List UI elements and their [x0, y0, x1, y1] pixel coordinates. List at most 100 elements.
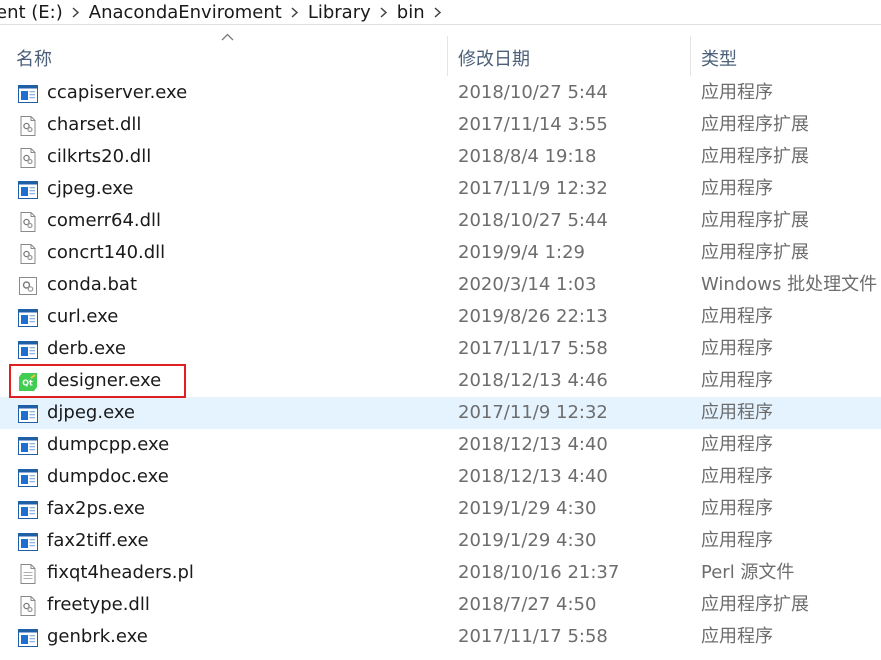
file-name: cilkrts20.dll — [47, 146, 152, 167]
file-type: 应用程序 — [701, 434, 773, 455]
file-name: fixqt4headers.pl — [47, 562, 194, 583]
file-modified-date: 2019/1/29 4:30 — [458, 530, 597, 551]
chevron-right-icon[interactable] — [69, 6, 83, 18]
exe-icon — [18, 468, 38, 488]
file-list: ccapiserver.exe 2018/10/27 5:44 应用程序 charse… — [0, 77, 881, 653]
file-name: concrt140.dll — [47, 242, 166, 263]
file-modified-date: 2018/10/27 5:44 — [458, 210, 608, 231]
exe-icon — [18, 500, 38, 520]
file-type: 应用程序 — [701, 402, 773, 423]
file-type: 应用程序 — [701, 178, 773, 199]
exe-icon — [18, 340, 38, 360]
file-row[interactable]: fax2tiff.exe 2019/1/29 4:30 应用程序 — [0, 525, 881, 557]
file-name: freetype.dll — [47, 594, 150, 615]
exe-icon — [18, 308, 38, 328]
dll-icon — [18, 596, 38, 616]
breadcrumb-library[interactable]: Library — [302, 0, 377, 24]
file-name: conda.bat — [47, 274, 138, 295]
file-name: comerr64.dll — [47, 210, 162, 231]
file-modified-date: 2017/11/14 3:55 — [458, 114, 608, 135]
file-row[interactable]: dumpdoc.exe 2018/12/13 4:40 应用程序 — [0, 461, 881, 493]
file-row[interactable]: comerr64.dll 2018/10/27 5:44 应用程序扩展 — [0, 205, 881, 237]
file-modified-date: 2018/7/27 4:50 — [458, 594, 597, 615]
file-type: 应用程序 — [701, 498, 773, 519]
file-row[interactable]: derb.exe 2017/11/17 5:58 应用程序 — [0, 333, 881, 365]
file-type: 应用程序扩展 — [701, 146, 809, 167]
exe-icon — [18, 404, 38, 424]
file-type: 应用程序 — [701, 306, 773, 327]
file-type: 应用程序 — [701, 626, 773, 647]
file-type: 应用程序扩展 — [701, 242, 809, 263]
file-row[interactable]: cjpeg.exe 2017/11/9 12:32 应用程序 — [0, 173, 881, 205]
file-row[interactable]: charset.dll 2017/11/14 3:55 应用程序扩展 — [0, 109, 881, 141]
file-row[interactable]: concrt140.dll 2019/9/4 1:29 应用程序扩展 — [0, 237, 881, 269]
chevron-right-icon[interactable] — [288, 6, 302, 18]
file-name: fax2ps.exe — [47, 498, 145, 519]
file-row[interactable]: genbrk.exe 2017/11/17 5:58 应用程序 — [0, 621, 881, 653]
file-modified-date: 2019/1/29 4:30 — [458, 498, 597, 519]
column-divider[interactable] — [690, 36, 691, 76]
file-name: derb.exe — [47, 338, 126, 359]
file-modified-date: 2019/8/26 22:13 — [458, 306, 608, 327]
column-header-name[interactable]: 名称 — [16, 48, 52, 72]
sort-ascending-icon — [221, 33, 234, 41]
file-modified-date: 2020/3/14 1:03 — [458, 274, 597, 295]
file-name: ccapiserver.exe — [47, 82, 188, 103]
file-modified-date: 2018/8/4 19:18 — [458, 146, 597, 167]
file-modified-date: 2018/12/13 4:46 — [458, 370, 608, 391]
file-modified-date: 2018/12/13 4:40 — [458, 466, 608, 487]
exe-icon — [18, 628, 38, 648]
file-name: designer.exe — [47, 370, 162, 391]
file-row[interactable]: ccapiserver.exe 2018/10/27 5:44 应用程序 — [0, 77, 881, 109]
file-name: dumpdoc.exe — [47, 466, 169, 487]
file-name: dumpcpp.exe — [47, 434, 170, 455]
dll-icon — [18, 244, 38, 264]
file-type: Perl 源文件 — [701, 562, 795, 583]
file-name: curl.exe — [47, 306, 119, 327]
file-modified-date: 2018/12/13 4:40 — [458, 434, 608, 455]
file-modified-date: 2018/10/16 21:37 — [458, 562, 620, 583]
file-modified-date: 2017/11/17 5:58 — [458, 338, 608, 359]
file-row[interactable]: curl.exe 2019/8/26 22:13 应用程序 — [0, 301, 881, 333]
text-file-icon — [18, 564, 38, 584]
file-row[interactable]: dumpcpp.exe 2018/12/13 4:40 应用程序 — [0, 429, 881, 461]
file-name: djpeg.exe — [47, 402, 136, 423]
column-divider[interactable] — [447, 36, 448, 76]
file-row[interactable]: fixqt4headers.pl 2018/10/16 21:37 Perl 源文件 — [0, 557, 881, 589]
exe-icon — [18, 532, 38, 552]
breadcrumb-bin[interactable]: bin — [391, 0, 431, 24]
file-row[interactable]: cilkrts20.dll 2018/8/4 19:18 应用程序扩展 — [0, 141, 881, 173]
file-name: charset.dll — [47, 114, 142, 135]
file-type: 应用程序 — [701, 338, 773, 359]
file-modified-date: 2017/11/9 12:32 — [458, 402, 608, 423]
chevron-right-icon[interactable] — [377, 6, 391, 18]
file-name: genbrk.exe — [47, 626, 148, 647]
file-type: 应用程序 — [701, 82, 773, 103]
svg-text:Qt: Qt — [22, 379, 33, 388]
breadcrumb-drive[interactable]: ent (E:) — [0, 0, 69, 24]
breadcrumb-anaconda[interactable]: AnacondaEnviroment — [83, 0, 288, 24]
file-modified-date: 2019/9/4 1:29 — [458, 242, 585, 263]
column-header-date[interactable]: 修改日期 — [458, 48, 530, 72]
chevron-right-icon[interactable] — [431, 6, 445, 18]
column-header-type[interactable]: 类型 — [701, 48, 737, 72]
file-row[interactable]: conda.bat 2020/3/14 1:03 Windows 批处理文件 — [0, 269, 881, 301]
file-row[interactable]: fax2ps.exe 2019/1/29 4:30 应用程序 — [0, 493, 881, 525]
exe-icon — [18, 180, 38, 200]
file-type: 应用程序扩展 — [701, 210, 809, 231]
file-type: 应用程序 — [701, 466, 773, 487]
file-type: Windows 批处理文件 — [701, 274, 878, 295]
file-modified-date: 2017/11/9 12:32 — [458, 178, 608, 199]
file-row[interactable]: freetype.dll 2018/7/27 4:50 应用程序扩展 — [0, 589, 881, 621]
file-modified-date: 2017/11/17 5:58 — [458, 626, 608, 647]
exe-icon — [18, 84, 38, 104]
breadcrumb: ent (E:) AnacondaEnviroment Library bin — [0, 0, 881, 25]
file-modified-date: 2018/10/27 5:44 — [458, 82, 608, 103]
file-name: cjpeg.exe — [47, 178, 134, 199]
file-row[interactable]: djpeg.exe 2017/11/9 12:32 应用程序 — [0, 397, 881, 429]
column-header-row: 名称 修改日期 类型 — [0, 26, 881, 80]
file-row[interactable]: Qt designer.exe 2018/12/13 4:46 应用程序 — [0, 365, 881, 397]
file-type: 应用程序 — [701, 370, 773, 391]
dll-icon — [18, 148, 38, 168]
file-type: 应用程序扩展 — [701, 594, 809, 615]
